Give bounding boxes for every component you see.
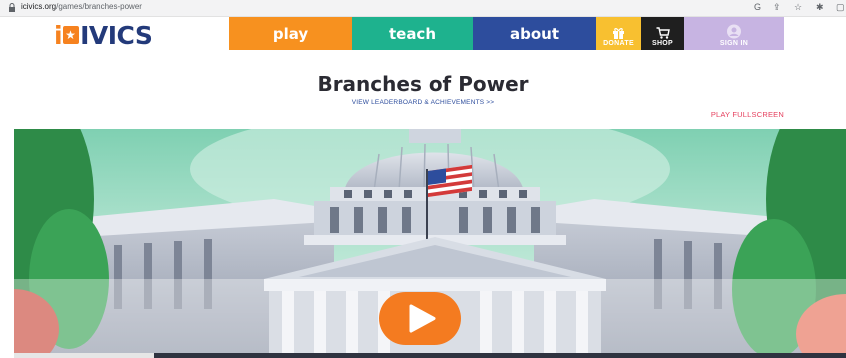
logo-text: IVICS [80,20,153,50]
nav-play[interactable]: play [229,17,352,50]
donate-label: DONATE [603,40,634,47]
share-icon[interactable]: ⇪ [773,2,781,13]
cart-icon [656,27,670,39]
bookmark-star-icon[interactable]: ☆ [794,2,802,13]
nav-about[interactable]: about [473,17,596,50]
leaderboard-link[interactable]: VIEW LEADERBOARD & ACHIEVEMENTS >> [0,99,846,106]
logo-star-icon [63,26,80,44]
page-title: Branches of Power [317,72,529,96]
lock-icon [9,3,15,12]
shop-button[interactable]: SHOP [641,17,684,50]
window-icon[interactable]: ▢ [836,2,845,13]
sign-in-label: SIGN IN [719,40,749,47]
user-icon [727,24,741,39]
nav-about-label: about [509,24,559,43]
nav-teach-label: teach [388,24,437,43]
play-icon [409,304,436,333]
extensions-icon[interactable]: ✱ [816,2,824,13]
google-icon[interactable]: G [754,2,761,13]
game-frame[interactable] [14,129,846,358]
icivics-logo[interactable]: i IVICS [54,20,153,50]
nav-play-label: play [272,24,309,43]
play-fullscreen-link[interactable]: PLAY FULLSCREEN [711,110,784,119]
sign-in-button[interactable]: SIGN IN [684,17,784,50]
play-game-button[interactable] [379,292,461,345]
browser-address-bar[interactable]: icivics.org/games/branches-power G ⇪ ☆ ✱… [0,0,846,17]
logo-i: i [54,20,63,50]
nav-teach[interactable]: teach [352,17,473,50]
donate-button[interactable]: DONATE [596,17,641,50]
gift-icon [613,28,624,39]
url-text[interactable]: icivics.org/games/branches-power [21,2,142,11]
shop-label: SHOP [651,40,674,47]
